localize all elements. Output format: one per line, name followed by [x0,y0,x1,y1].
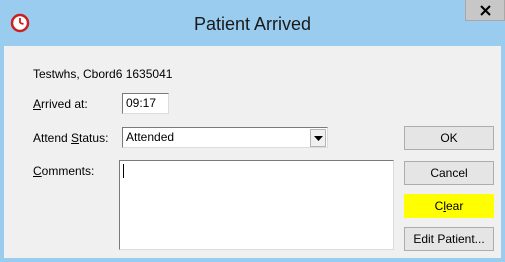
attend-status-label: Attend Status: [33,131,109,145]
attend-status-value: Attended [126,130,175,144]
close-icon [480,5,491,16]
patient-arrived-dialog: Patient Arrived Testwhs, Cbord6 1635041 … [0,0,505,262]
window-frame-bottom [0,258,505,262]
arrived-time-input[interactable]: 09:17 [122,93,169,114]
chevron-down-icon [314,136,323,141]
comments-label: Comments: [33,164,95,178]
cancel-button[interactable]: Cancel [404,161,494,185]
clear-button[interactable]: Clear [404,194,494,218]
dropdown-arrow-button[interactable] [310,129,326,147]
comments-textarea[interactable] [119,160,394,250]
arrived-time-value: 09:17 [126,96,157,110]
ok-button[interactable]: OK [404,126,494,150]
window-frame-right [501,46,505,262]
arrived-at-label: Arrived at: [33,97,88,111]
window-frame-left [0,46,4,262]
title-bar[interactable]: Patient Arrived [0,0,505,46]
window-title: Patient Arrived [193,14,312,34]
patient-name-label: Testwhs, Cbord6 1635041 [33,67,173,81]
text-caret [123,164,124,178]
attend-status-select[interactable]: Attended [122,127,328,148]
edit-patient-button[interactable]: Edit Patient... [404,227,494,251]
close-button[interactable] [465,0,505,21]
